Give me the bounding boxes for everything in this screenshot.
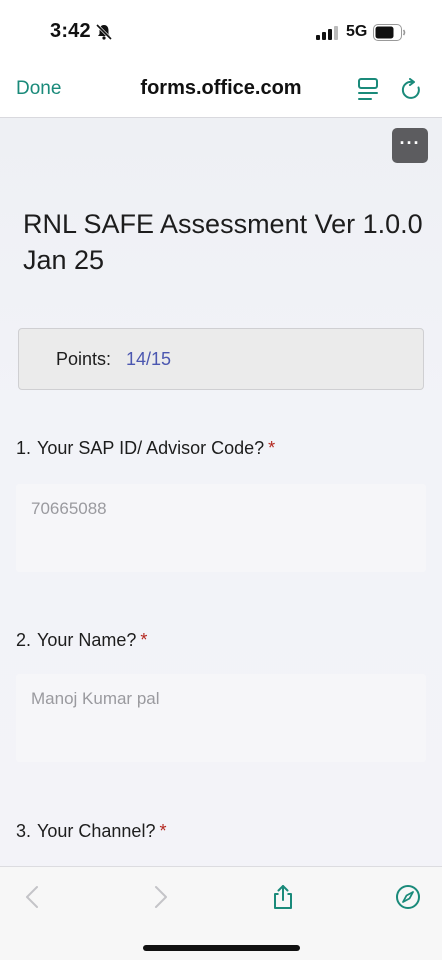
answer-field-2[interactable]: Manoj Kumar pal bbox=[16, 674, 426, 762]
question-number: 2. bbox=[16, 630, 32, 650]
compass-icon[interactable] bbox=[395, 884, 421, 910]
answer-field-1[interactable]: 70665088 bbox=[16, 484, 426, 572]
points-label: Points: bbox=[56, 349, 112, 369]
question-text: Your Channel? bbox=[37, 821, 156, 841]
signal-icon bbox=[316, 26, 338, 40]
battery-icon bbox=[373, 24, 406, 41]
more-options-button[interactable]: ··· bbox=[392, 128, 428, 163]
forward-icon[interactable] bbox=[147, 884, 173, 910]
browser-toolbar bbox=[0, 866, 442, 960]
reload-icon[interactable] bbox=[400, 78, 424, 102]
share-icon[interactable] bbox=[270, 884, 296, 910]
answer-value: 70665088 bbox=[31, 499, 107, 518]
points-summary: Points: 14/15 bbox=[18, 328, 424, 390]
question-text: Your SAP ID/ Advisor Code? bbox=[37, 438, 265, 458]
network-label: 5G bbox=[346, 23, 368, 40]
question-number: 3. bbox=[16, 821, 32, 841]
required-marker: * bbox=[159, 821, 167, 841]
question-2: 2. Your Name? * bbox=[16, 630, 147, 651]
question-number: 1. bbox=[16, 438, 32, 458]
reader-mode-icon[interactable] bbox=[357, 77, 379, 103]
status-time: 3:42 bbox=[50, 20, 91, 42]
points-value: 14/15 bbox=[126, 349, 172, 369]
browser-nav-bar: Done forms.office.com bbox=[0, 62, 442, 118]
form-content: ··· RNL SAFE Assessment Ver 1.0.0 Jan 25… bbox=[0, 118, 442, 866]
question-1: 1. Your SAP ID/ Advisor Code? * bbox=[16, 438, 275, 459]
form-title: RNL SAFE Assessment Ver 1.0.0 Jan 25 bbox=[23, 209, 423, 275]
back-icon[interactable] bbox=[20, 884, 46, 910]
required-marker: * bbox=[140, 630, 148, 650]
home-indicator bbox=[143, 945, 300, 951]
status-bar: 3:42 5G bbox=[0, 0, 442, 62]
bell-muted-icon bbox=[95, 23, 113, 41]
question-3: 3. Your Channel? * bbox=[16, 821, 166, 842]
required-marker: * bbox=[268, 438, 276, 458]
answer-value: Manoj Kumar pal bbox=[31, 689, 160, 708]
question-text: Your Name? bbox=[37, 630, 137, 650]
